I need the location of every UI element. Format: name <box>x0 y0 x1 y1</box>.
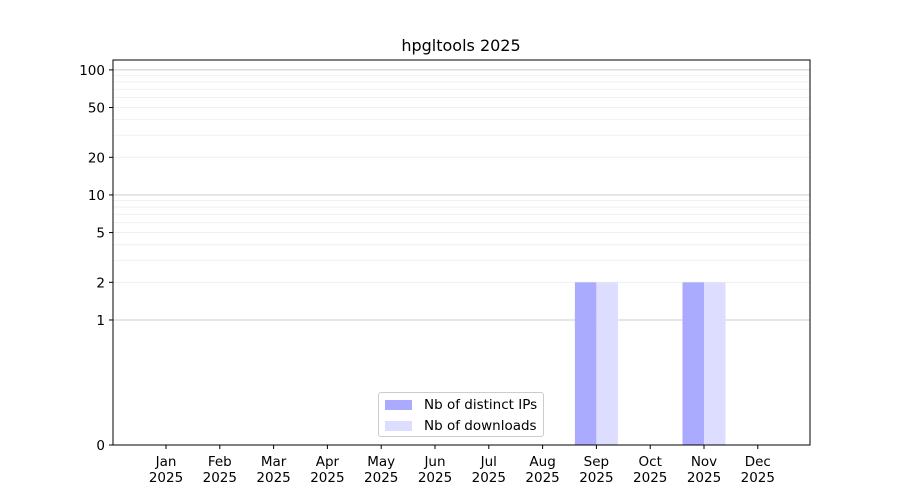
y-tick-label: 2 <box>96 275 105 291</box>
x-tick-label: Apr 2025 <box>310 454 344 486</box>
x-tick-label: Aug 2025 <box>525 454 559 486</box>
y-tick-label: 20 <box>88 150 105 166</box>
x-tick-label: Mar 2025 <box>256 454 290 486</box>
legend: Nb of distinct IPs Nb of downloads <box>378 392 544 437</box>
x-tick-label: Nov 2025 <box>687 454 721 486</box>
y-tick-label: 10 <box>88 188 105 204</box>
x-axis: Jan 2025 Feb 2025 Mar 2025 Apr 2025 May 2025 Jun 20… <box>149 445 775 486</box>
x-tick-label: Dec 2025 <box>741 454 775 486</box>
y-tick-label: 5 <box>96 226 105 242</box>
chart-title: hpgltools 2025 <box>401 36 520 55</box>
legend-item-distinct-ips: Nb of distinct IPs <box>385 396 537 414</box>
x-tick-label: Feb 2025 <box>203 454 237 486</box>
legend-label-distinct-ips: Nb of distinct IPs <box>424 397 538 413</box>
bar-downloads <box>704 282 726 445</box>
y-tick-label: 0 <box>96 438 105 454</box>
x-tick-label: Jul 2025 <box>472 454 506 486</box>
legend-swatch-distinct-ips <box>385 400 412 410</box>
y-axis: 0 1 2 5 10 20 50 100 <box>79 63 113 454</box>
bar-distinct-ips <box>682 282 704 445</box>
bars-layer <box>574 282 726 445</box>
bar-downloads <box>596 282 618 445</box>
y-tick-label: 1 <box>96 313 105 329</box>
legend-label-downloads: Nb of downloads <box>424 418 537 434</box>
y-tick-label: 50 <box>88 101 105 117</box>
x-tick-label: May 2025 <box>364 454 398 486</box>
x-tick-label: Jun 2025 <box>418 454 452 486</box>
x-tick-label: Jan 2025 <box>149 454 183 486</box>
legend-swatch-downloads <box>385 421 412 431</box>
y-tick-label: 100 <box>79 63 105 79</box>
x-tick-label: Oct 2025 <box>633 454 667 486</box>
x-tick-label: Sep 2025 <box>579 454 613 486</box>
legend-item-downloads: Nb of downloads <box>385 417 537 435</box>
bar-distinct-ips <box>574 282 597 445</box>
